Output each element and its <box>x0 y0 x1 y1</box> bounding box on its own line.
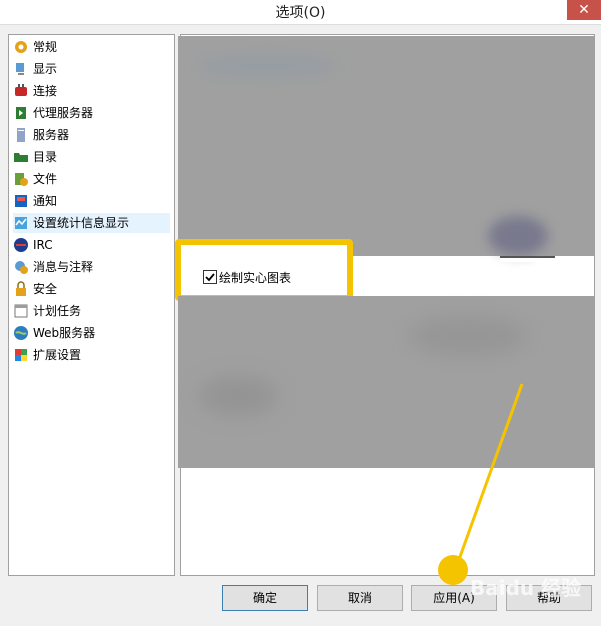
sidebar-item-label: 显示 <box>33 62 58 76</box>
server-icon <box>13 127 29 143</box>
irc-icon <box>13 237 29 253</box>
ok-button[interactable]: 确定 <box>222 585 308 611</box>
plug-icon <box>13 83 29 99</box>
sidebar-item-label: 扩展设置 <box>33 348 82 362</box>
folder-icon <box>13 149 29 165</box>
globe-icon <box>13 325 29 341</box>
gear-icon <box>13 39 29 55</box>
sidebar-item-label: 目录 <box>33 150 58 164</box>
sidebar-item-notification[interactable]: 通知 <box>13 191 57 211</box>
sidebar-item-messages-comments[interactable]: 消息与注释 <box>13 257 93 277</box>
monitor-icon <box>13 61 29 77</box>
sidebar-item-web-server[interactable]: Web服务器 <box>13 323 95 343</box>
sidebar-item-proxy[interactable]: 代理服务器 <box>13 103 93 123</box>
file-icon <box>13 171 29 187</box>
sidebar-item-label: 计划任务 <box>33 304 82 318</box>
sidebar-item-security[interactable]: 安全 <box>13 279 57 299</box>
sidebar-item-label: 设置统计信息显示 <box>33 216 130 230</box>
sidebar-item-label: 通知 <box>33 194 58 208</box>
sidebar-item-irc[interactable]: IRC <box>13 235 53 255</box>
window-title: 选项(O) <box>275 5 326 21</box>
sidebar-item-label: Web服务器 <box>33 326 96 340</box>
calendar-icon <box>13 303 29 319</box>
sidebar-item-extended-settings[interactable]: 扩展设置 <box>13 345 81 365</box>
sidebar-item-label: 常规 <box>33 40 58 54</box>
sidebar-item-label: 消息与注释 <box>33 260 94 274</box>
lock-icon <box>13 281 29 297</box>
sidebar-item-label: 文件 <box>33 172 58 186</box>
blurred-settings-region-lower <box>178 296 595 468</box>
baidu-watermark: Baidu 经验 <box>470 576 582 600</box>
extensions-icon <box>13 347 29 363</box>
notify-icon <box>13 193 29 209</box>
sidebar-item-statistics-display[interactable]: 设置统计信息显示 <box>13 213 170 233</box>
sidebar-item-label: 连接 <box>33 84 58 98</box>
sidebar-item-label: 代理服务器 <box>33 106 94 120</box>
cancel-button[interactable]: 取消 <box>317 585 403 611</box>
sidebar-item-connection[interactable]: 连接 <box>13 81 57 101</box>
sidebar-item-scheduled-tasks[interactable]: 计划任务 <box>13 301 81 321</box>
sidebar-item-server[interactable]: 服务器 <box>13 125 69 145</box>
close-button[interactable]: ✕ <box>567 0 601 20</box>
draw-solid-chart-checkbox[interactable] <box>203 270 217 284</box>
sidebar-item-label: IRC <box>33 238 53 252</box>
options-category-tree: 常规 显示 连接 代理服务器 服务器 目录 文件 通知 设置统计信息显示 IRC… <box>8 34 175 576</box>
sidebar-item-display[interactable]: 显示 <box>13 59 57 79</box>
draw-solid-chart-option[interactable]: 绘制实心图表 <box>203 268 291 286</box>
messages-icon <box>13 259 29 275</box>
title-bar: 选项(O) ✕ <box>0 0 601 25</box>
sidebar-item-directory[interactable]: 目录 <box>13 147 57 167</box>
sidebar-item-files[interactable]: 文件 <box>13 169 57 189</box>
stats-icon <box>13 215 29 231</box>
sidebar-item-general[interactable]: 常规 <box>13 37 57 57</box>
blurred-input-field <box>500 256 555 262</box>
sidebar-item-label: 安全 <box>33 282 58 296</box>
sidebar-item-label: 服务器 <box>33 128 70 142</box>
proxy-icon <box>13 105 29 121</box>
blurred-settings-region <box>178 36 595 256</box>
draw-solid-chart-label: 绘制实心图表 <box>219 270 292 285</box>
